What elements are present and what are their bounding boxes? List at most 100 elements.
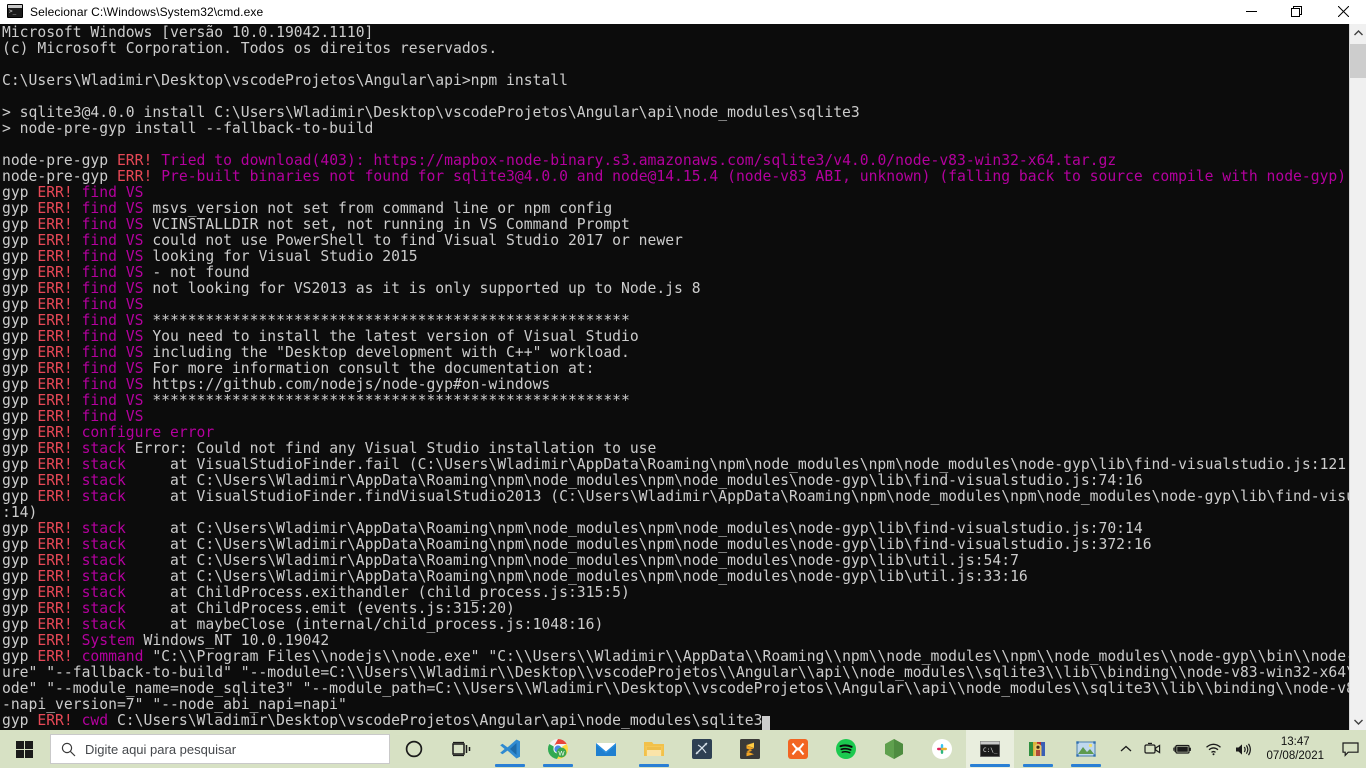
console-span: stack: [81, 616, 126, 633]
clock-time: 13:47: [1280, 736, 1310, 748]
scrollbar-thumb[interactable]: [1350, 44, 1366, 78]
console-line: (c) Microsoft Corporation. Todos os dire…: [2, 41, 1349, 57]
scroll-up-button[interactable]: [1350, 24, 1366, 41]
console-span: gyp: [2, 376, 38, 393]
close-button[interactable]: [1320, 0, 1366, 24]
taskbar-item-chrome[interactable]: W: [534, 730, 582, 768]
console-line: ure" "--fallback-to-build" "--module=C:\…: [2, 665, 1349, 681]
console-line: gyp ERR! find VS: [2, 185, 1349, 201]
console-span: gyp: [2, 568, 38, 585]
console-span: gyp: [2, 184, 38, 201]
taskbar-item-cortana[interactable]: [390, 730, 438, 768]
console-span: at C:\Users\Wladimir\AppData\Roaming\npm…: [125, 472, 1143, 489]
console-span: stack: [81, 584, 126, 601]
taskbar-item-file-explorer[interactable]: [630, 730, 678, 768]
taskbar-item-nodejs[interactable]: [870, 730, 918, 768]
vertical-scrollbar[interactable]: [1349, 24, 1366, 730]
console-span: stack: [81, 536, 126, 553]
console-span: at maybeClose (internal/child_process.js…: [125, 616, 604, 633]
minimize-button[interactable]: [1228, 0, 1274, 24]
wifi-icon[interactable]: [1199, 730, 1228, 768]
search-placeholder: Digite aqui para pesquisar: [85, 741, 237, 757]
console-span: gyp: [2, 552, 38, 569]
console-span: "C:\\Program Files\\nodejs\\node.exe" "C…: [152, 648, 1349, 665]
console-line: gyp ERR! stack at ChildProcess.emit (eve…: [2, 601, 1349, 617]
battery-icon[interactable]: [1167, 730, 1199, 768]
cmd-icon: [7, 3, 23, 20]
console-span: Error: Could not find any Visual Studio …: [125, 440, 657, 457]
console-span: gyp: [2, 216, 38, 233]
console-window: Selecionar C:\Windows\System32\cmd.exe M…: [0, 0, 1366, 730]
console-line: Microsoft Windows [versão 10.0.19042.111…: [2, 25, 1349, 41]
taskbar-item-vscode[interactable]: [486, 730, 534, 768]
console-line: gyp ERR! find VS: [2, 297, 1349, 313]
console-span: ERR!: [37, 232, 82, 249]
taskbar-item-cmd[interactable]: C:\_: [966, 730, 1014, 768]
console-span: ERR!: [37, 216, 82, 233]
console-line: gyp ERR! find VS ***********************…: [2, 313, 1349, 329]
scroll-down-button[interactable]: [1350, 713, 1366, 730]
console-span: find VS: [81, 392, 144, 409]
console-line: gyp ERR! System Windows_NT 10.0.19042: [2, 633, 1349, 649]
console-line: > sqlite3@4.0.0 install C:\Users\Wladimi…: [2, 105, 1349, 121]
maximize-restore-button[interactable]: [1274, 0, 1320, 24]
notification-center-button[interactable]: [1334, 730, 1366, 768]
console-line: gyp ERR! stack at C:\Users\Wladimir\AppD…: [2, 521, 1349, 537]
window-titlebar[interactable]: Selecionar C:\Windows\System32\cmd.exe: [0, 0, 1366, 24]
start-button[interactable]: [0, 730, 48, 768]
meet-now-icon[interactable]: [1138, 730, 1167, 768]
console-span: ERR!: [37, 200, 82, 217]
console-span: find VS: [81, 184, 144, 201]
console-span: find VS: [81, 408, 144, 425]
console-span: find VS: [81, 280, 144, 297]
console-span: stack: [81, 552, 126, 569]
clock[interactable]: 13:47 07/08/2021: [1258, 730, 1334, 768]
search-input[interactable]: Digite aqui para pesquisar: [50, 734, 390, 764]
volume-icon[interactable]: [1228, 730, 1258, 768]
console-span: ERR!: [37, 248, 82, 265]
taskbar-item-sublime-text[interactable]: [726, 730, 774, 768]
taskbar-item-xampp[interactable]: [774, 730, 822, 768]
console-span: gyp: [2, 712, 38, 729]
vscode-icon: [500, 739, 520, 759]
console-span: ERR!: [37, 424, 82, 441]
console-span: gyp: [2, 472, 38, 489]
console-span: ure" "--fallback-to-build" "--module=C:\…: [2, 664, 1349, 681]
console-line: node-pre-gyp ERR! Pre-built binaries not…: [2, 169, 1349, 185]
console-span: Tried to download(403): https://mapbox-n…: [161, 152, 1117, 169]
photos-icon: [1076, 741, 1096, 757]
console-span: gyp: [2, 632, 38, 649]
console-span: find VS: [81, 216, 144, 233]
console-span: gyp: [2, 536, 38, 553]
console-line: gyp ERR! stack at C:\Users\Wladimir\AppD…: [2, 473, 1349, 489]
console-span: ERR!: [37, 568, 82, 585]
console-span: ERR!: [37, 360, 82, 377]
console-span: at C:\Users\Wladimir\AppData\Roaming\npm…: [125, 552, 1019, 569]
console-span: ERR!: [37, 392, 82, 409]
console-span: ERR!: [37, 584, 82, 601]
console-span: C:\Users\Wladimir\Desktop\vscodeProjetos…: [108, 712, 763, 729]
console-output[interactable]: Microsoft Windows [versão 10.0.19042.111…: [0, 24, 1349, 730]
show-hidden-icons-button[interactable]: [1114, 730, 1138, 768]
console-line: gyp ERR! find VS msvs_version not set fr…: [2, 201, 1349, 217]
console-span: gyp: [2, 600, 38, 617]
taskbar-item-mail[interactable]: [582, 730, 630, 768]
console-body[interactable]: Microsoft Windows [versão 10.0.19042.111…: [0, 24, 1366, 730]
console-span: cwd: [81, 712, 109, 729]
console-line: ode" "--module_name=node_sqlite3" "--mod…: [2, 681, 1349, 697]
taskbar-item-photos[interactable]: [1062, 730, 1110, 768]
console-line: gyp ERR! stack Error: Could not find any…: [2, 441, 1349, 457]
taskbar-item-winrar[interactable]: [1014, 730, 1062, 768]
taskbar-item-slack[interactable]: [918, 730, 966, 768]
taskbar: Digite aqui para pesquisar W C:\_ 13:47 …: [0, 730, 1366, 768]
console-span: stack: [81, 440, 126, 457]
console-span: VCINSTALLDIR not set, not running in VS …: [143, 216, 630, 233]
console-line: gyp ERR! find VS VCINSTALLDIR not set, n…: [2, 217, 1349, 233]
console-span: gyp: [2, 520, 38, 537]
console-line: :14): [2, 505, 1349, 521]
taskbar-item-postman[interactable]: [678, 730, 726, 768]
taskbar-item-task-view[interactable]: [438, 730, 486, 768]
taskbar-item-spotify[interactable]: [822, 730, 870, 768]
console-span: looking for Visual Studio 2015: [143, 248, 418, 265]
